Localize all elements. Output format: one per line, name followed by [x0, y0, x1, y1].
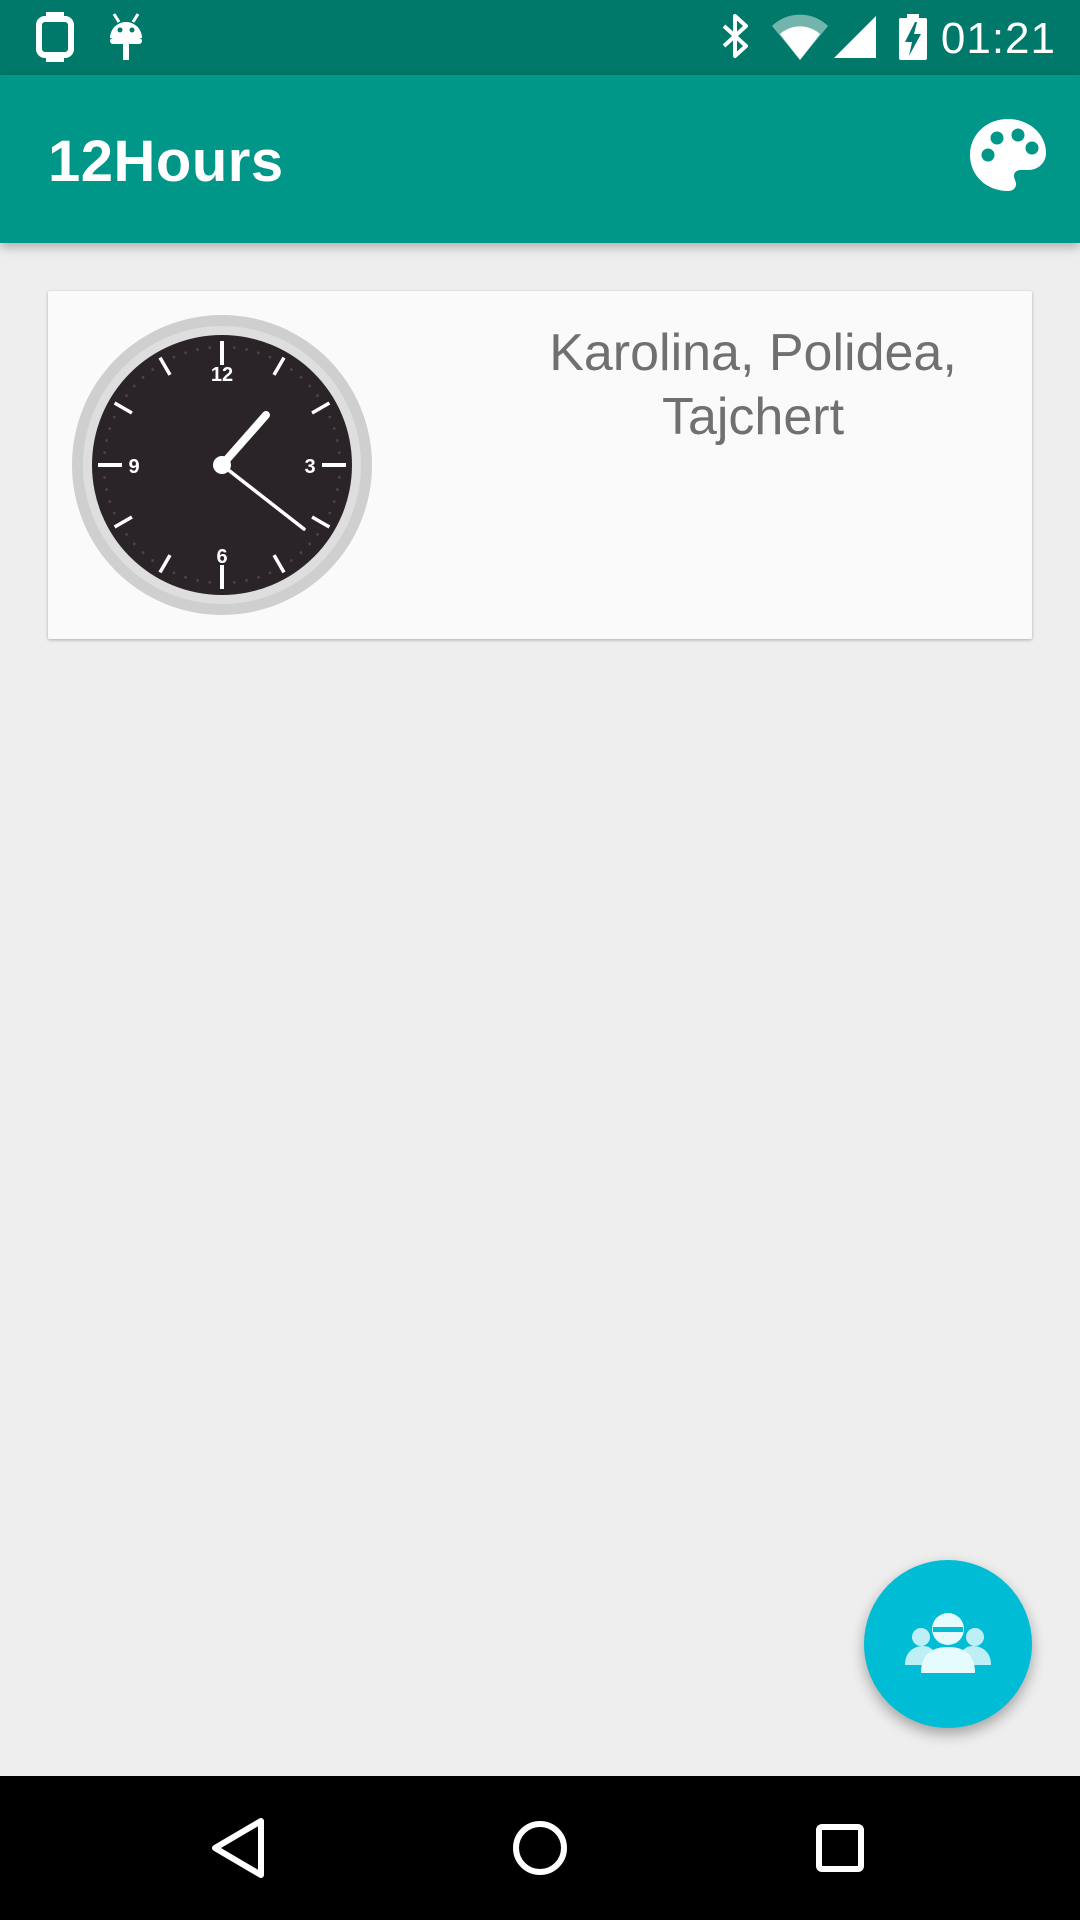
clock-minute-dot	[125, 532, 128, 536]
clock-numeral-9: 9	[128, 456, 139, 478]
status-bar: 01:21	[0, 0, 1080, 75]
clock-minute-dot	[289, 559, 293, 562]
group-icon	[905, 1613, 991, 1673]
card-label: Karolina, Polidea, Tajchert	[549, 324, 957, 446]
clock-minute-dot	[196, 348, 199, 351]
clock-minute-dot	[184, 351, 187, 355]
home-icon	[513, 1821, 567, 1875]
clock-minute-dot	[103, 451, 107, 455]
clock-minute-dot	[299, 551, 303, 555]
clock-minute-dot	[257, 351, 260, 355]
clock-minute-dot	[125, 394, 128, 398]
clock-minute-dot	[245, 348, 248, 351]
clock-minute-dot	[132, 542, 136, 546]
clock-minute-dot	[105, 439, 108, 442]
clock-minute-dot	[103, 475, 107, 479]
nav-home-button[interactable]	[495, 1803, 585, 1893]
clock-minute-dot	[332, 427, 336, 430]
clock-minute-dot	[328, 415, 332, 419]
navigation-bar	[0, 1776, 1080, 1920]
theme-palette-button[interactable]	[966, 115, 1050, 199]
app-title: 12Hours	[48, 129, 284, 194]
clock-minute-dot	[289, 368, 293, 371]
clock-minute-dot	[208, 580, 212, 584]
clock-minute-dot	[141, 375, 145, 379]
nav-back-button[interactable]	[195, 1803, 285, 1893]
clock-minute-dot	[196, 579, 199, 582]
clock-minute-dot	[336, 439, 339, 442]
app-bar: 12Hours	[0, 75, 1080, 243]
clock-center	[213, 456, 231, 474]
clock-minute-dot	[328, 511, 332, 515]
clock-minute-dot	[151, 368, 155, 371]
clock-minute-dot	[308, 384, 312, 388]
clock-minute-dot	[184, 575, 187, 579]
clock-minute-dot	[316, 532, 319, 536]
clock-minute-dot	[245, 579, 248, 582]
clock-minute-dot	[151, 559, 155, 562]
battery-charging-icon	[898, 12, 928, 67]
clock-minute-dot	[108, 427, 112, 430]
signal-icon	[832, 12, 876, 67]
clock-minute-dot	[141, 551, 145, 555]
clock-minute-dot	[112, 415, 116, 419]
android-icon	[106, 12, 146, 67]
watch-icon	[36, 12, 74, 67]
nav-recents-button[interactable]	[795, 1803, 885, 1893]
clock-minute-dot	[132, 384, 136, 388]
clock-minute-dot	[105, 488, 108, 491]
clock-minute-dot	[208, 346, 212, 350]
clock-minute-dot	[232, 580, 236, 584]
timezone-card[interactable]: 12 3 6 9 Karolina, Polidea, Tajchert	[48, 291, 1032, 639]
clock-minute-dot	[308, 542, 312, 546]
clock-minute-dot	[232, 346, 236, 350]
add-people-fab[interactable]	[864, 1560, 1032, 1728]
clock-minute-dot	[299, 375, 303, 379]
status-time: 01:21	[940, 14, 1056, 63]
analog-clock: 12 3 6 9	[72, 315, 372, 615]
bluetooth-icon	[718, 12, 754, 67]
clock-numeral-6: 6	[216, 546, 227, 568]
clock-minute-dot	[336, 488, 339, 491]
recents-icon	[816, 1824, 864, 1872]
clock-minute-dot	[268, 355, 272, 359]
clock-minute-dot	[332, 500, 336, 503]
palette-icon	[970, 119, 1046, 191]
clock-numeral-3: 3	[304, 456, 315, 478]
clock-minute-dot	[257, 575, 260, 579]
clock-minute-dot	[268, 571, 272, 575]
clock-minute-dot	[316, 394, 319, 398]
clock-numeral-12: 12	[211, 364, 233, 386]
clock-minute-dot	[172, 571, 176, 575]
clock-minute-dot	[172, 355, 176, 359]
clock-minute-dot	[108, 500, 112, 503]
back-icon	[212, 1818, 264, 1878]
wifi-icon	[770, 12, 830, 67]
clock-minute-dot	[337, 475, 341, 479]
clock-minute-dot	[112, 511, 116, 515]
clock-minute-dot	[337, 451, 341, 455]
